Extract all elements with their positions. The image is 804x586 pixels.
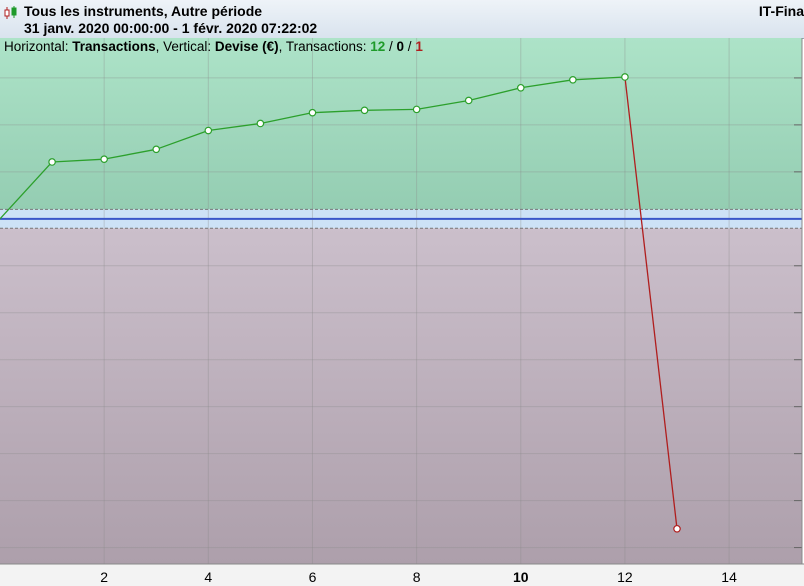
x-tick-label: 10 [513,569,529,585]
chart-title: Tous les instruments, Autre période [24,3,263,19]
chart-header: Tous les instruments, Autre période 31 j… [0,0,804,39]
horizontal-label: Horizontal: [4,39,69,54]
data-point [621,73,629,81]
vertical-value: Devise (€) [214,39,279,54]
x-tick-label: 6 [309,569,317,585]
data-point [412,105,421,114]
wins-count: 12 [370,39,386,54]
count-separator: / [385,39,397,54]
data-point [360,106,369,115]
x-tick-label: 14 [721,569,737,585]
data-point [516,83,525,92]
count-separator: / [404,39,416,54]
data-point [569,75,577,84]
transactions-label: , Transactions: [278,39,367,54]
brand-label: IT-Fina [758,3,804,19]
losses-count: 1 [415,39,423,54]
vertical-label: , Vertical: [155,39,212,54]
x-axis-strip [0,564,804,586]
neutral-count: 0 [396,39,405,54]
data-point [464,96,473,105]
x-tick-label: 12 [617,569,633,585]
data-point [100,155,108,163]
data-point [673,524,681,533]
axis-info-bar: Horizontal: Transactions, Vertical: Devi… [4,39,423,54]
data-point [152,145,161,154]
x-tick-label: 2 [100,569,108,585]
x-tick-label: 8 [413,569,421,585]
data-point [204,126,213,135]
x-tick-label: 4 [204,569,212,585]
chart-period: 31 janv. 2020 00:00:00 - 1 févr. 2020 07… [24,20,318,36]
data-point [48,158,56,166]
profit-zone [0,38,802,210]
equity-chart[interactable]: 2 4 6 8 10 12 14 [0,38,804,586]
data-point [256,119,265,128]
candlestick-icon [4,6,17,19]
horizontal-value: Transactions [72,39,156,54]
loss-zone [0,228,802,564]
data-point [308,108,317,117]
